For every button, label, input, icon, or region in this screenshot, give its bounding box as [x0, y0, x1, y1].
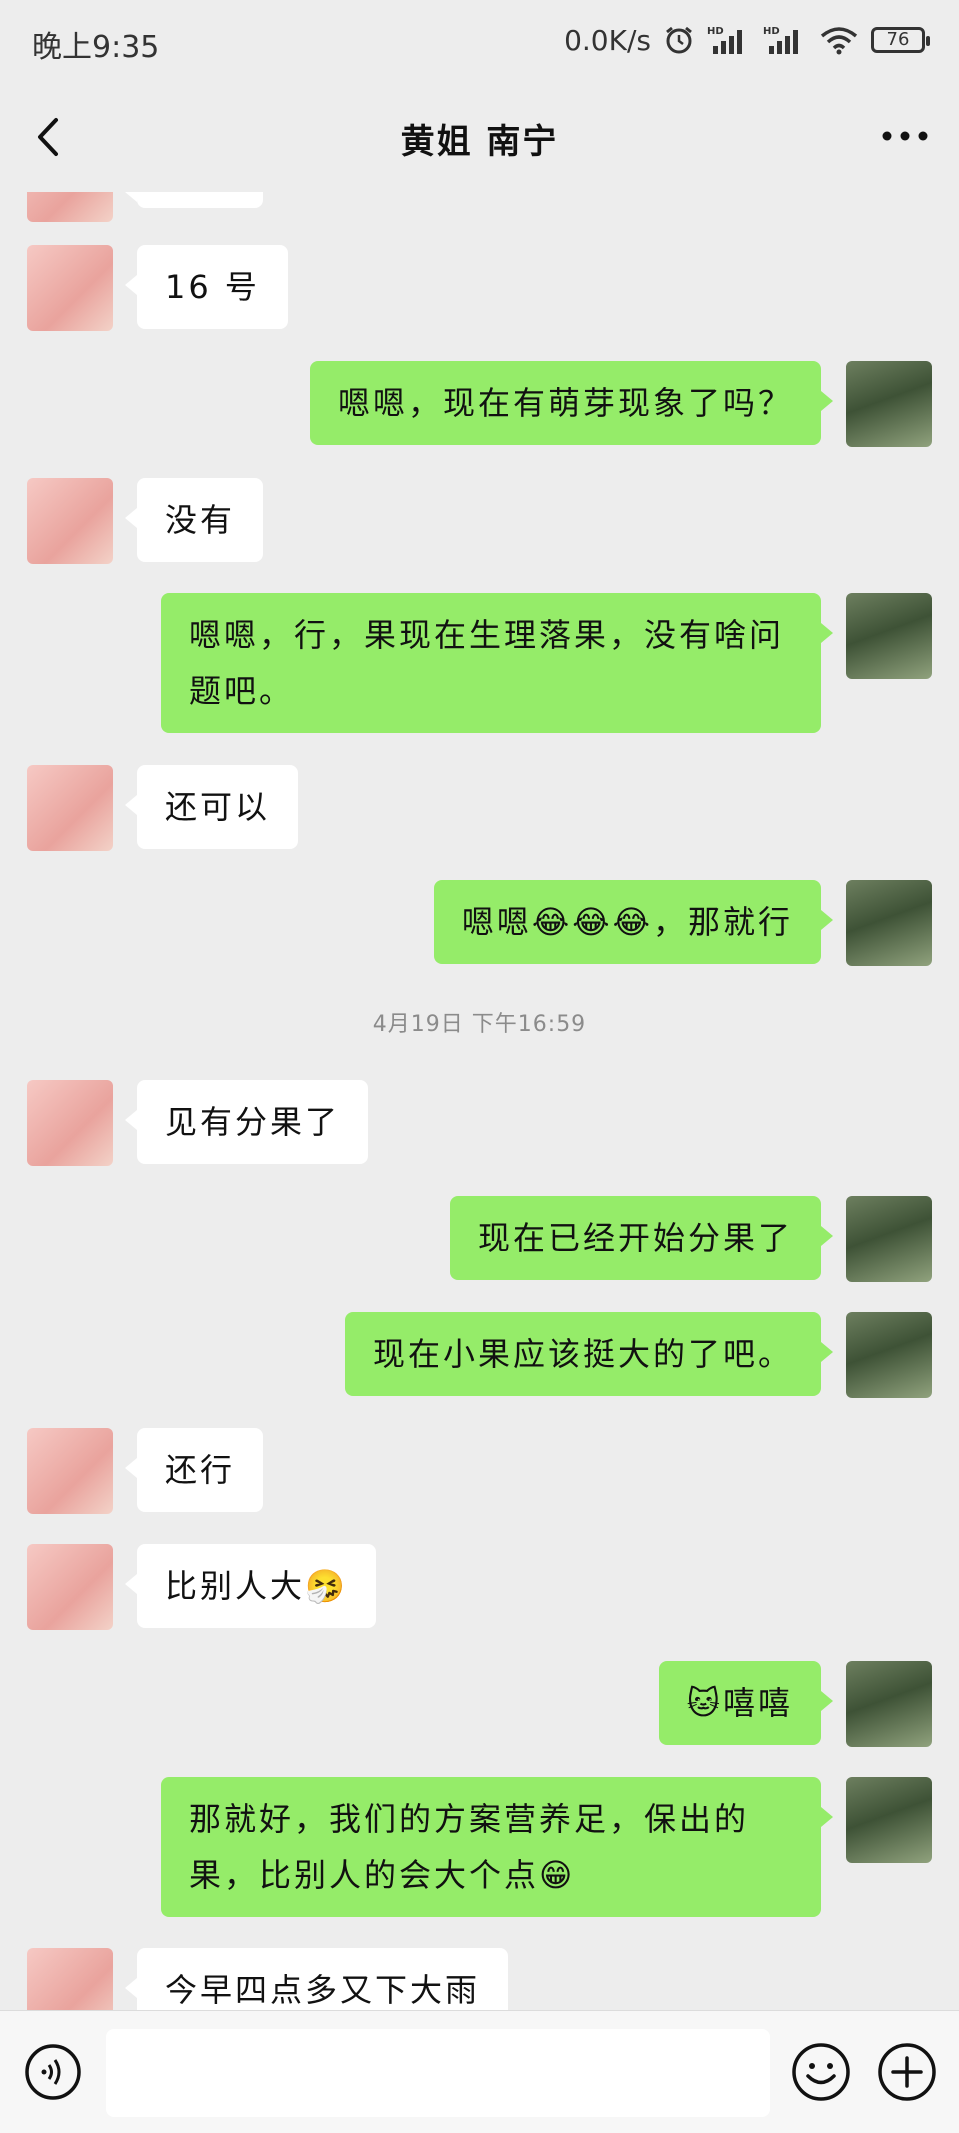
contact-avatar[interactable]: [27, 1948, 113, 2010]
chat-header: 黄姐 南宁: [0, 84, 959, 192]
message-bubble-received: 16 号: [125, 245, 288, 329]
message-bubble-received: 见有分果了: [124, 1080, 369, 1164]
contact-avatar[interactable]: [27, 245, 113, 331]
signal-hd-icon: HD: [707, 26, 742, 54]
svg-text:HD: HD: [707, 26, 724, 37]
user-avatar[interactable]: [846, 1312, 932, 1398]
message-bubble-partial: [125, 192, 263, 208]
message-bubble-received: 还行: [124, 1428, 264, 1512]
svg-text:HD: HD: [763, 26, 780, 37]
message-bubble-sent: 嗯嗯，现在有萌芽现象了吗？: [309, 361, 834, 445]
contact-avatar[interactable]: [27, 1428, 113, 1514]
message-bubble-received: 没有: [124, 478, 264, 562]
alarm-icon: [666, 26, 692, 54]
message-bubble-received: 今早四点多又下大雨: [124, 1948, 509, 2010]
emoji-icon[interactable]: [790, 2041, 852, 2103]
message-bubble-sent: 嗯嗯😂😂😂，那就行: [433, 880, 834, 964]
contact-avatar[interactable]: [27, 1544, 113, 1630]
message-bubble-received: 比别人大🤧: [125, 1544, 376, 1628]
message-bubble-sent: 现在已经开始分果了: [449, 1196, 834, 1280]
battery-icon: 76: [871, 27, 930, 53]
message-bubble-sent: 那就好，我们的方案营养足，保出的果，比别人的会大个点😁: [161, 1777, 833, 1917]
input-bar: [0, 2010, 959, 2133]
wifi-icon: [820, 27, 858, 55]
message-list[interactable]: 16 号 嗯嗯，现在有萌芽现象了吗？ 没有 嗯嗯，行，果现在生理落果，没有啥问题…: [0, 192, 959, 2010]
message-timestamp: 4月19日 下午16:59: [372, 1012, 587, 1037]
status-bar: 晚上9:35 0.0K/s HD HD 76: [0, 0, 959, 84]
message-bubble-sent: 🐱嘻嘻: [658, 1661, 834, 1745]
contact-avatar[interactable]: [27, 765, 113, 851]
plus-icon[interactable]: [876, 2041, 938, 2103]
contact-avatar[interactable]: [27, 192, 113, 222]
signal-hd-icon: HD: [763, 26, 798, 54]
message-input[interactable]: [106, 2029, 770, 2117]
message-bubble-sent: 现在小果应该挺大的了吧。: [344, 1312, 834, 1396]
message-bubble-received: 还可以: [124, 765, 299, 849]
user-avatar[interactable]: [846, 361, 932, 447]
chat-title: 黄姐 南宁: [400, 122, 559, 162]
status-icons: 0.0K/s HD HD 76: [564, 20, 930, 60]
user-avatar[interactable]: [846, 1661, 932, 1747]
network-speed: 0.0K/s: [564, 23, 651, 57]
contact-avatar[interactable]: [27, 478, 113, 564]
user-avatar[interactable]: [846, 880, 932, 966]
user-avatar[interactable]: [846, 593, 932, 679]
more-dots-icon[interactable]: [875, 114, 935, 158]
voice-icon[interactable]: [24, 2043, 82, 2101]
contact-avatar[interactable]: [27, 1080, 113, 1166]
user-avatar[interactable]: [846, 1777, 932, 1863]
status-time: 晚上9:35: [32, 30, 160, 65]
user-avatar[interactable]: [846, 1196, 932, 1282]
message-bubble-sent: 嗯嗯，行，果现在生理落果，没有啥问题吧。: [161, 593, 833, 733]
